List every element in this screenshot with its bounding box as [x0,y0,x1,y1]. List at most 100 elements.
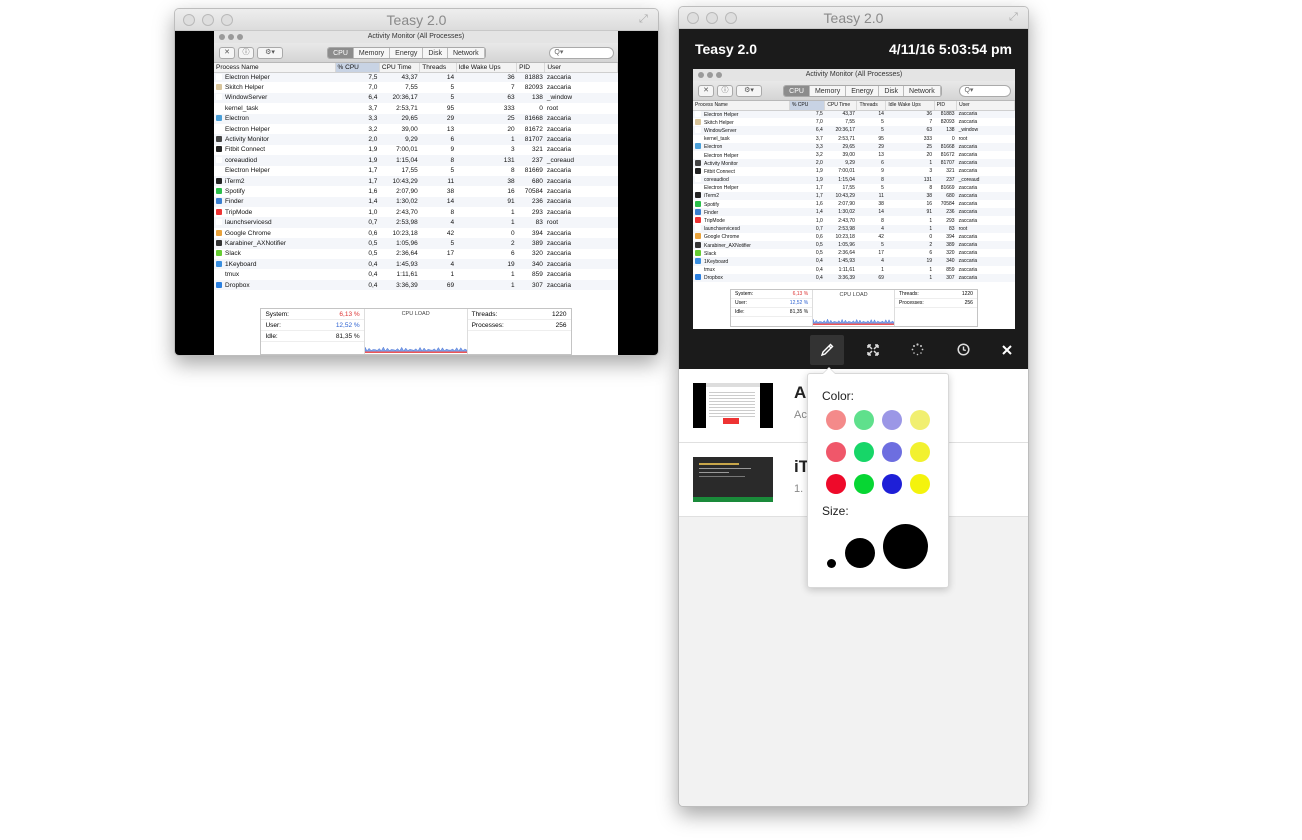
table-row[interactable]: Skitch Helper 7,0 7,55 5 7 82093 zaccaria [693,118,1015,126]
fullscreen-icon[interactable]: ⤢ [639,13,652,26]
clock-tool-button[interactable] [946,335,980,365]
tab-disk[interactable]: Disk [423,48,448,58]
table-row[interactable]: kernel_task 3,7 2:53,71 95 333 0 root [693,135,1015,143]
column-header[interactable]: Threads [856,101,887,111]
color-swatch[interactable] [826,442,846,462]
color-swatch[interactable] [910,474,930,494]
size-label: Size: [822,504,849,518]
column-header[interactable]: PID [516,63,546,73]
tab-memory[interactable]: Memory [353,48,391,58]
color-swatch[interactable] [910,410,930,430]
table-row[interactable]: Dropbox 0,4 3:36,39 69 1 307 zaccaria [214,279,618,291]
table-row[interactable]: Karabiner_AXNotifier 0,5 1:05,96 5 2 389 zacca… [693,241,1015,250]
column-header[interactable]: CPU Time [824,101,858,111]
table-row[interactable]: Electron Helper 1,7 17,55 5 8 81669 zaccaria [214,166,618,176]
color-swatch[interactable] [854,474,874,494]
color-swatch[interactable] [882,410,902,430]
expand-tool-button[interactable] [856,335,890,365]
table-row[interactable]: Activity Monitor 2,0 9,29 6 1 81707 zaccaria [693,159,1015,168]
table-cell: root [958,135,968,142]
color-swatch[interactable] [826,410,846,430]
table-row[interactable]: Electron 3,3 29,65 29 25 81668 zaccaria [693,142,1015,151]
color-swatch[interactable] [910,442,930,462]
table-cell: 1,6 [815,201,823,208]
tab-cpu[interactable]: CPU [328,48,354,58]
table-row[interactable]: WindowServer 6,4 20:36,17 5 63 138 _window [214,92,618,104]
color-swatch[interactable] [854,442,874,462]
table-row[interactable]: launchservicesd 0,7 2:53,98 4 1 83 root [214,217,618,228]
color-swatch[interactable] [854,410,874,430]
table-row[interactable]: Electron Helper 1,7 17,55 5 8 81669 zaccaria [693,184,1015,192]
tab-network[interactable]: Network [447,48,485,58]
stop-process-button[interactable]: ✕ [698,85,714,97]
spinner-tool-button[interactable] [900,335,934,365]
table-row[interactable]: Spotify 1,6 2:07,90 38 16 70584 zaccaria [693,200,1015,208]
inspect-button[interactable]: ⓘ [717,85,733,97]
column-header[interactable]: % CPU [335,63,380,73]
table-row[interactable]: coreaudiod 1,9 1:15,04 8 131 237 _coreaud [214,155,618,166]
tab-energy[interactable]: Energy [846,86,880,96]
close-tool-button[interactable] [990,335,1024,365]
table-row[interactable]: Dropbox 0,4 3:36,39 69 1 307 zaccaria [693,273,1015,282]
table-row[interactable]: Electron Helper 3,2 39,00 13 20 81672 zaccaria [693,151,1015,159]
table-row[interactable]: Google Chrome 0,6 10:23,18 42 0 394 zaccaria [693,233,1015,241]
table-row[interactable]: Activity Monitor 2,0 9,29 6 1 81707 zaccaria [214,134,618,145]
table-row[interactable]: Electron Helper 3,2 39,00 13 20 81672 zaccaria [214,124,618,134]
column-header[interactable]: Process Name [693,101,790,111]
gear-menu-button[interactable]: ⚙▾ [736,85,762,97]
table-row[interactable]: TripMode 1,0 2:43,70 8 1 293 zaccaria [693,216,1015,224]
inspect-button[interactable]: ⓘ [238,47,254,59]
table-row[interactable]: iTerm2 1,7 10:43,29 11 38 680 zaccaria [693,191,1015,201]
table-row[interactable]: launchservicesd 0,7 2:53,98 4 1 83 root [693,224,1015,233]
cpu-stats-panel: System: 6,13 % User: 12,52 % Idle: 81,35 % CPU… [730,289,978,327]
table-row[interactable]: Fitbit Connect 1,9 7:00,01 9 3 321 zaccaria [214,145,618,155]
search-field[interactable]: Q▾ [549,47,614,59]
color-swatch[interactable] [882,442,902,462]
column-header[interactable]: Idle Wake Ups [456,63,518,73]
table-row[interactable]: Slack 0,5 2:36,64 17 6 320 zaccaria [214,249,618,259]
tab-disk[interactable]: Disk [879,86,905,96]
table-row[interactable]: 1Keyboard 0,4 1:45,93 4 19 340 zaccaria [693,257,1015,266]
column-header[interactable]: User [956,101,1015,111]
tab-memory[interactable]: Memory [809,86,847,96]
table-row[interactable]: TripMode 1,0 2:43,70 8 1 293 zaccaria [214,207,618,217]
size-large-option[interactable] [883,524,928,569]
color-swatch[interactable] [826,474,846,494]
column-header[interactable]: CPU Time [379,63,421,73]
table-row[interactable]: 1Keyboard 0,4 1:45,93 4 19 340 zaccaria [214,259,618,270]
table-row[interactable]: Finder 1,4 1:30,02 14 91 236 zaccaria [214,196,618,208]
table-row[interactable]: Finder 1,4 1:30,02 14 91 236 zaccaria [693,208,1015,217]
size-medium-option[interactable] [845,538,875,568]
column-header[interactable]: Threads [419,63,457,73]
table-row[interactable]: tmux 0,4 1:11,61 1 1 859 zaccaria [693,266,1015,274]
size-small-option[interactable] [827,559,836,568]
table-row[interactable]: Electron Helper 7,5 43,37 14 36 81883 zaccaria [214,72,618,83]
tab-cpu[interactable]: CPU [784,86,810,96]
fullscreen-icon[interactable]: ⤢ [1009,11,1022,24]
table-row[interactable]: Google Chrome 0,6 10:23,18 42 0 394 zaccaria [214,228,618,238]
table-row[interactable]: coreaudiod 1,9 1:15,04 8 131 237 _coreaud [693,175,1015,184]
column-header[interactable]: User [544,63,618,73]
column-header[interactable]: Idle Wake Ups [885,101,935,111]
tab-network[interactable]: Network [904,86,941,96]
table-row[interactable]: tmux 0,4 1:11,61 1 1 859 zaccaria [214,269,618,279]
column-header[interactable]: PID [934,101,958,111]
table-row[interactable]: Slack 0,5 2:36,64 17 6 320 zaccaria [693,249,1015,257]
table-row[interactable]: Electron 3,3 29,65 29 25 81668 zaccaria [214,113,618,124]
search-field[interactable]: Q▾ [959,85,1011,97]
color-swatch[interactable] [882,474,902,494]
table-row[interactable]: Spotify 1,6 2:07,90 38 16 70584 zaccaria [214,186,618,196]
tab-energy[interactable]: Energy [390,48,424,58]
table-row[interactable]: WindowServer 6,4 20:36,17 5 63 138 _window [693,126,1015,135]
column-header[interactable]: % CPU [789,101,826,111]
gear-menu-button[interactable]: ⚙▾ [257,47,283,59]
column-header[interactable]: Process Name [214,63,336,73]
table-row[interactable]: Fitbit Connect 1,9 7:00,01 9 3 321 zaccaria [693,167,1015,175]
table-row[interactable]: Electron Helper 7,5 43,37 14 36 81883 zaccaria [693,110,1015,119]
table-row[interactable]: iTerm2 1,7 10:43,29 11 38 680 zaccaria [214,175,618,187]
pen-tool-button[interactable] [810,335,844,365]
stop-process-button[interactable]: ✕ [219,47,235,59]
table-row[interactable]: Karabiner_AXNotifier 0,5 1:05,96 5 2 389 zacca… [214,238,618,249]
table-row[interactable]: Skitch Helper 7,0 7,55 5 7 82093 zaccaria [214,82,618,92]
table-row[interactable]: kernel_task 3,7 2:53,71 95 333 0 root [214,103,618,113]
